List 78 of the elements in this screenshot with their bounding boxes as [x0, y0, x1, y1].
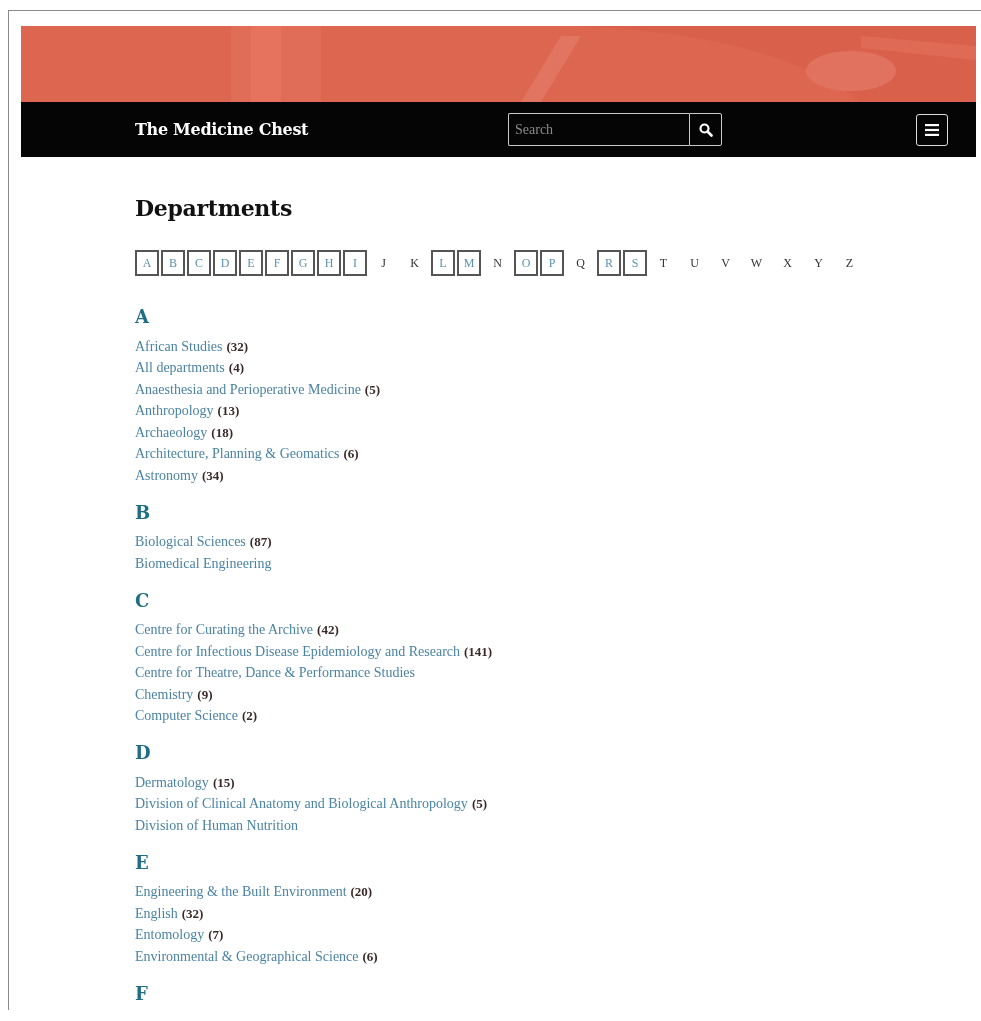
item-count: (87): [249, 534, 272, 551]
search-button[interactable]: [689, 113, 722, 146]
section-heading: B: [135, 501, 152, 523]
letter-link[interactable]: S: [623, 250, 647, 276]
letter-link[interactable]: D: [213, 250, 237, 276]
department-link[interactable]: African Studies: [135, 338, 223, 355]
department-link[interactable]: Biological Sciences: [135, 534, 246, 551]
department-link[interactable]: Archaeology: [135, 424, 208, 441]
department-link[interactable]: Architecture, Planning & Geomatics: [135, 446, 340, 463]
item-count: (141): [464, 643, 493, 660]
item-count: (6): [362, 948, 378, 965]
department-link[interactable]: Environmental & Geographical Science: [135, 948, 359, 965]
letter-link[interactable]: E: [239, 250, 263, 276]
letter-label: T: [658, 254, 669, 272]
section-heading: A: [135, 306, 151, 327]
letter-link[interactable]: C: [187, 250, 211, 276]
section-heading: C: [135, 589, 151, 611]
department-link[interactable]: Division of Human Nutrition: [135, 817, 298, 834]
department-link[interactable]: Division of Clinical Anatomy and Biological Anthropology: [135, 796, 468, 813]
letter-label: X: [782, 254, 793, 272]
item-count: (20): [350, 884, 373, 901]
letter-link[interactable]: O: [514, 250, 538, 276]
department-link[interactable]: All departments: [135, 360, 225, 377]
letter-label: Z: [844, 254, 855, 272]
section-heading: E: [135, 851, 150, 873]
letter-label: V: [720, 254, 731, 272]
item-count: (42): [317, 622, 339, 639]
department-link[interactable]: Centre for Curating the Archive: [135, 622, 314, 639]
letter-label: N: [492, 254, 503, 272]
page-heading: Departments: [135, 195, 293, 221]
item-count: (9): [197, 686, 213, 703]
letter-link[interactable]: H: [317, 250, 341, 276]
letter-link[interactable]: P: [540, 250, 564, 276]
department-link[interactable]: Centre for Theatre, Dance & Performance Studies: [135, 665, 416, 682]
department-link[interactable]: Dermatology: [135, 774, 209, 791]
item-count: (6): [343, 446, 359, 463]
letter-link[interactable]: M: [457, 250, 481, 276]
item-count: (15): [212, 774, 235, 791]
department-link[interactable]: Anaesthesia and Perioperative Medicine: [135, 381, 361, 398]
item-count: (5): [364, 381, 381, 398]
department-link[interactable]: Computer Science: [135, 708, 239, 725]
item-count: (34): [202, 467, 224, 484]
department-link[interactable]: Chemistry: [135, 686, 194, 703]
department-link[interactable]: Engineering & the Built Environment: [135, 884, 347, 901]
letter-label: Q: [575, 254, 586, 272]
letter-link[interactable]: R: [597, 250, 621, 276]
section-heading: D: [135, 742, 152, 763]
site-title[interactable]: The Medicine Chest: [135, 120, 508, 139]
menu-button[interactable]: [916, 113, 948, 146]
item-count: (2): [242, 708, 258, 725]
department-link[interactable]: Centre for Infectious Disease Epidemiology and Research: [135, 643, 460, 660]
item-count: (32): [181, 905, 204, 922]
letter-link[interactable]: I: [343, 250, 367, 276]
department-link[interactable]: Biomedical Engineering: [135, 555, 272, 572]
item-count: (5): [471, 796, 488, 813]
letter-link[interactable]: F: [265, 250, 289, 276]
letter-label: J: [380, 254, 387, 272]
item-count: (18): [211, 424, 233, 441]
department-link[interactable]: English: [135, 905, 178, 922]
letter-link[interactable]: A: [135, 250, 159, 276]
letter-link[interactable]: B: [161, 250, 185, 276]
department-link[interactable]: Astronomy: [135, 467, 198, 484]
letter-link[interactable]: L: [431, 250, 455, 276]
search-icon: [698, 122, 713, 137]
letter-label: W: [749, 254, 764, 272]
letter-label: Y: [813, 254, 824, 272]
item-count: (4): [228, 360, 244, 377]
item-count: (13): [217, 403, 240, 420]
letter-label: U: [689, 254, 700, 272]
letter-link[interactable]: G: [291, 250, 315, 276]
menu-icon: [925, 123, 939, 136]
item-count: (32): [226, 338, 249, 355]
search-field[interactable]: Search: [508, 113, 689, 146]
department-link[interactable]: Entomology: [135, 927, 205, 944]
letter-label: K: [409, 254, 420, 272]
section-heading: F: [135, 982, 149, 1004]
department-link[interactable]: Anthropology: [135, 403, 214, 420]
item-count: (7): [208, 927, 224, 944]
